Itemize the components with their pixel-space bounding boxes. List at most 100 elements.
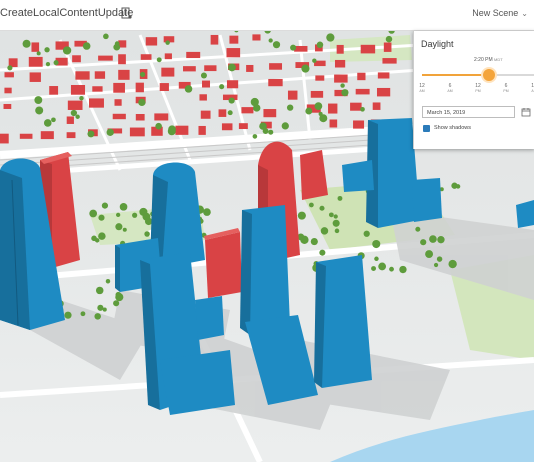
tree	[140, 71, 146, 78]
tree	[64, 311, 72, 319]
tree	[385, 35, 393, 43]
new-scene-label: New Scene	[472, 8, 519, 18]
tree	[102, 307, 107, 312]
tree	[374, 256, 379, 262]
tree	[334, 228, 340, 234]
residential-building	[334, 74, 348, 83]
residential-building	[202, 80, 211, 88]
time-tick-suffix: PM	[475, 89, 481, 93]
tree	[7, 65, 13, 71]
tree	[106, 128, 114, 136]
tree	[448, 259, 457, 269]
residential-building	[198, 125, 206, 135]
tree	[156, 57, 162, 63]
time-ticks: 12AM 6AM 12PM 6PM 12AM	[419, 83, 534, 99]
tree	[122, 227, 127, 232]
time-slider[interactable]	[422, 69, 534, 81]
time-value: 2:20 PM	[474, 57, 493, 63]
tree	[98, 214, 105, 221]
residential-building	[377, 72, 390, 79]
tree	[97, 304, 104, 311]
residential-building	[4, 87, 12, 94]
residential-building	[186, 51, 201, 59]
check-icon	[423, 132, 430, 137]
residential-building	[269, 63, 283, 70]
tree	[98, 232, 106, 240]
residential-building	[183, 66, 196, 72]
residential-building	[113, 82, 125, 93]
tree	[132, 212, 138, 218]
residential-building	[383, 42, 392, 52]
time-tick-suffix: AM	[447, 89, 453, 93]
tree	[113, 43, 121, 51]
residential-building	[350, 102, 362, 111]
top-bar: CreateLocalContentUpdate New Scene ⌄	[0, 0, 534, 31]
tree	[165, 40, 170, 45]
tree	[115, 293, 124, 302]
residential-building	[66, 132, 76, 139]
new-scene-dropdown[interactable]: New Scene ⌄	[472, 8, 528, 18]
app-title: CreateLocalContentUpdate	[0, 7, 134, 19]
tree	[268, 129, 274, 135]
show-shadows-checkbox[interactable]	[423, 125, 430, 137]
tree	[35, 106, 44, 115]
tree	[113, 300, 120, 307]
tree	[43, 119, 52, 127]
tree	[399, 265, 407, 274]
residential-building	[372, 102, 381, 110]
residential-building	[287, 90, 298, 100]
tree	[415, 226, 421, 232]
tree	[320, 227, 329, 235]
residential-building	[315, 75, 325, 81]
residential-building	[135, 113, 145, 121]
residential-building	[382, 58, 397, 64]
tree	[103, 33, 109, 40]
residential-building	[3, 103, 12, 109]
tree	[138, 98, 146, 107]
residential-building	[294, 45, 308, 52]
tree	[326, 33, 335, 42]
building-person-icon[interactable]	[120, 6, 132, 20]
tree	[94, 313, 101, 320]
tree	[312, 58, 317, 63]
residential-building	[89, 98, 104, 108]
tree	[34, 96, 43, 105]
residential-building	[360, 44, 376, 54]
tree	[310, 238, 318, 246]
residential-building	[310, 90, 324, 98]
residential-building	[221, 123, 233, 131]
residential-building	[229, 35, 239, 44]
tree	[101, 202, 109, 209]
time-readout: 2:20 PM MDT	[474, 57, 503, 63]
tree	[297, 211, 306, 220]
tree	[80, 311, 86, 317]
residential-building	[118, 54, 126, 65]
tree	[437, 236, 445, 244]
residential-building	[66, 116, 74, 124]
tree	[259, 122, 267, 130]
time-slider-fill	[422, 74, 489, 76]
tree	[363, 230, 370, 237]
tree	[301, 64, 310, 73]
date-input[interactable]: March 15, 2019	[422, 106, 515, 118]
residential-building	[0, 133, 9, 144]
tree	[340, 83, 345, 88]
tree	[319, 249, 326, 256]
tree	[455, 184, 461, 189]
residential-building	[92, 86, 103, 92]
tree	[89, 209, 98, 218]
tree	[268, 38, 273, 43]
tree	[305, 107, 313, 115]
time-tick: 12AM	[528, 83, 534, 93]
tree	[389, 266, 394, 272]
residential-building	[200, 110, 211, 119]
time-slider-handle[interactable]	[482, 69, 495, 81]
tree	[228, 97, 235, 104]
tree	[253, 104, 261, 112]
calendar-icon[interactable]	[521, 107, 531, 117]
tree	[281, 122, 289, 130]
tree	[75, 114, 80, 119]
tree	[318, 111, 323, 117]
tree	[70, 109, 77, 117]
tree	[155, 122, 162, 130]
